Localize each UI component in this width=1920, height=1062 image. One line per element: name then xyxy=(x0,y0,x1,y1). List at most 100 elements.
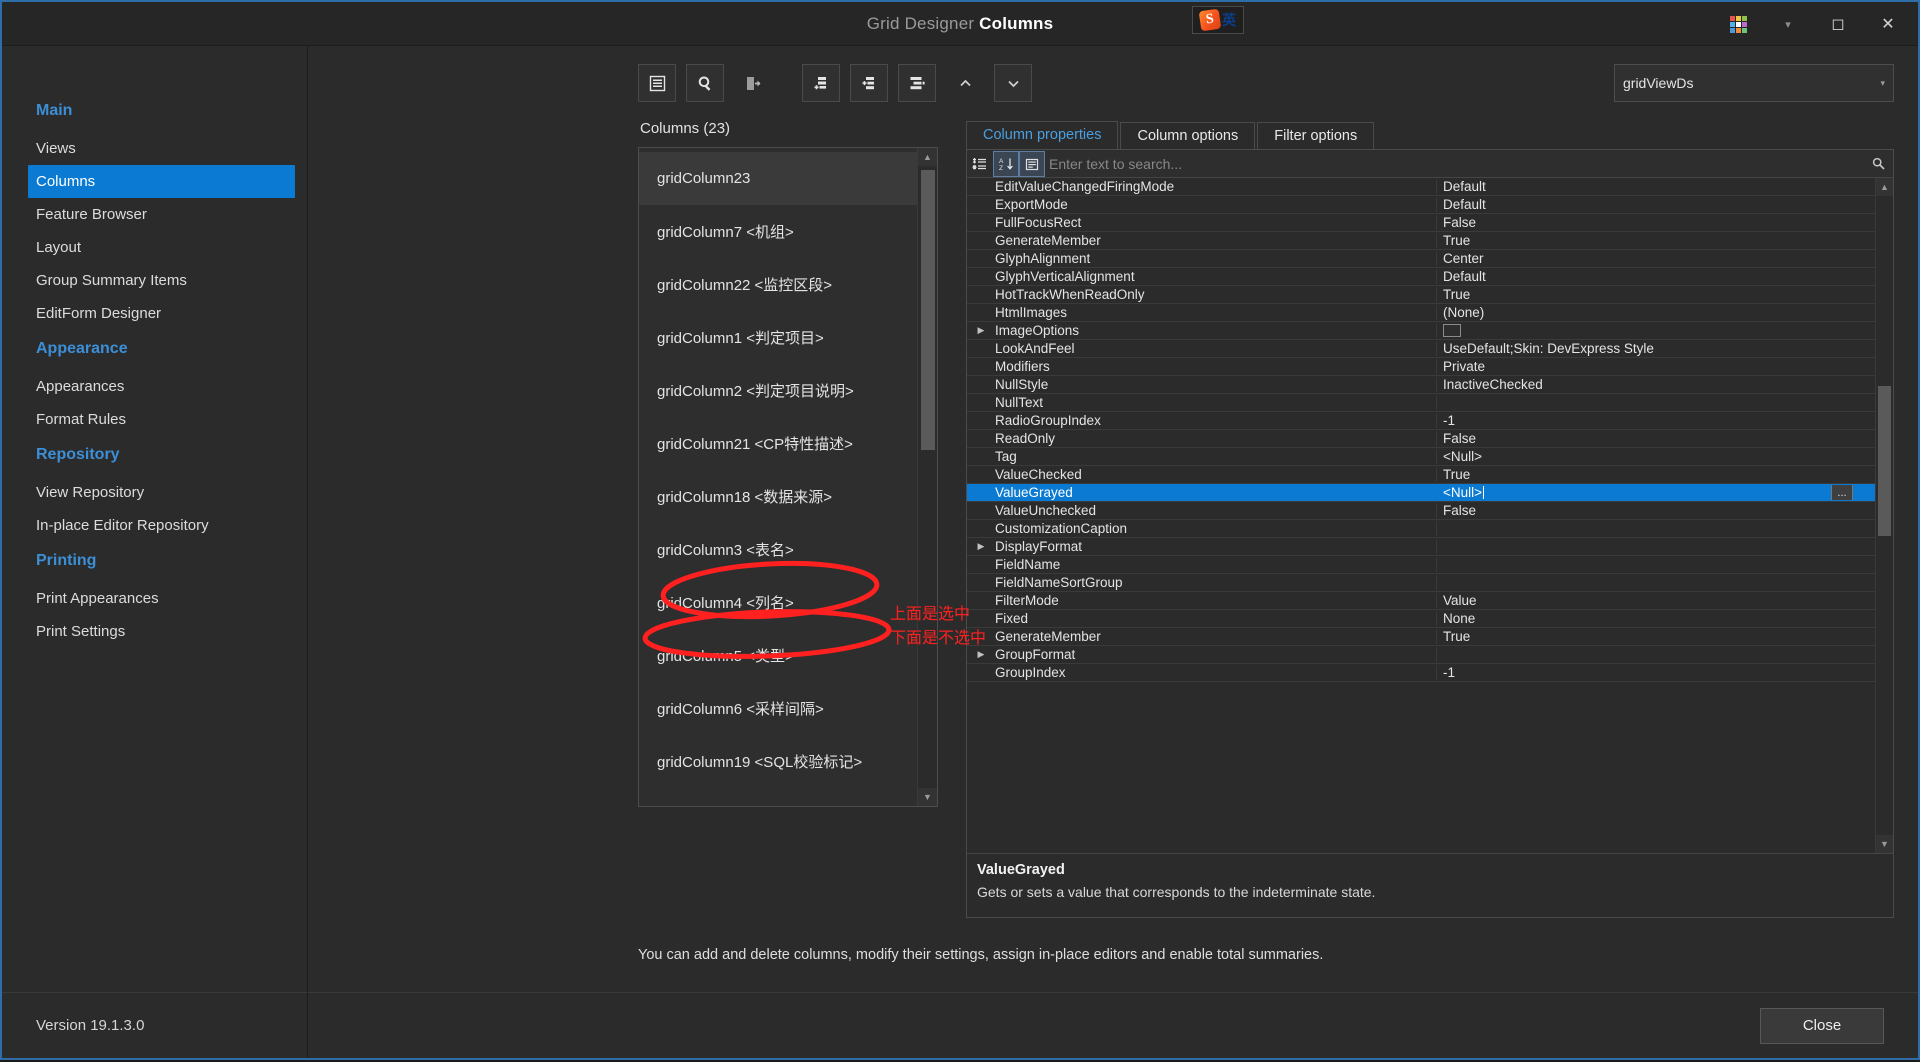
sidebar-item-format-rules[interactable]: Format Rules xyxy=(2,403,307,436)
property-value-cell[interactable]: (None) xyxy=(1437,305,1875,320)
move-down-button[interactable] xyxy=(994,64,1032,102)
property-value-cell[interactable]: True xyxy=(1437,467,1875,482)
scroll-track[interactable] xyxy=(918,166,937,788)
list-item[interactable]: gridColumn3 <表名> xyxy=(639,523,937,576)
value-editor-ellipsis-button[interactable]: ... xyxy=(1831,485,1853,500)
search-icon[interactable] xyxy=(1863,157,1893,170)
scroll-thumb[interactable] xyxy=(1878,386,1891,536)
property-pages-button[interactable] xyxy=(1019,150,1045,177)
sidebar-item-print-settings[interactable]: Print Settings xyxy=(2,615,307,648)
indent-button[interactable] xyxy=(898,64,936,102)
property-row[interactable]: GroupIndex -1 xyxy=(967,664,1875,682)
property-value-cell[interactable]: UseDefault;Skin: DevExpress Style xyxy=(1437,341,1875,356)
property-value-cell[interactable]: Default xyxy=(1437,269,1875,284)
insert-button[interactable] xyxy=(850,64,888,102)
list-item[interactable]: gridColumn7 <机组> xyxy=(639,205,937,258)
tab-column-properties[interactable]: Column properties xyxy=(966,121,1119,150)
property-row[interactable]: FilterMode Value xyxy=(967,592,1875,610)
sidebar-item-views[interactable]: Views xyxy=(2,132,307,165)
columns-listbox[interactable]: gridColumn23 gridColumn7 <机组> gridColumn… xyxy=(638,147,938,807)
chevron-down-icon[interactable]: ▾ xyxy=(1766,4,1810,44)
scroll-thumb[interactable] xyxy=(921,170,935,450)
add-band-button[interactable] xyxy=(802,64,840,102)
property-row[interactable]: ValueGrayed <Null>... xyxy=(967,484,1875,502)
list-item[interactable]: gridColumn18 <数据来源> xyxy=(639,470,937,523)
property-row[interactable]: ▶ DisplayFormat xyxy=(967,538,1875,556)
property-row[interactable]: NullStyle InactiveChecked xyxy=(967,376,1875,394)
property-row[interactable]: Fixed None xyxy=(967,610,1875,628)
property-row[interactable]: FullFocusRect False xyxy=(967,214,1875,232)
sidebar-item-print-appearances[interactable]: Print Appearances xyxy=(2,582,307,615)
property-row[interactable]: ReadOnly False xyxy=(967,430,1875,448)
property-row[interactable]: HotTrackWhenReadOnly True xyxy=(967,286,1875,304)
list-item[interactable]: gridColumn23 xyxy=(639,152,937,205)
list-item[interactable]: gridColumn1 <判定项目> xyxy=(639,311,937,364)
delete-column-button[interactable] xyxy=(734,64,772,102)
sidebar-item-appearances[interactable]: Appearances xyxy=(2,370,307,403)
property-row[interactable]: NullText xyxy=(967,394,1875,412)
sidebar-item-layout[interactable]: Layout xyxy=(2,231,307,264)
property-row[interactable]: HtmlImages (None) xyxy=(967,304,1875,322)
property-value-cell[interactable]: <Null> xyxy=(1437,449,1875,464)
tab-column-options[interactable]: Column options xyxy=(1120,122,1256,150)
property-row[interactable]: GlyphVerticalAlignment Default xyxy=(967,268,1875,286)
scroll-track[interactable] xyxy=(1876,196,1893,835)
columns-scrollbar[interactable]: ▲ ▼ xyxy=(917,148,937,806)
property-value-cell[interactable]: InactiveChecked xyxy=(1437,377,1875,392)
property-row[interactable]: FieldNameSortGroup xyxy=(967,574,1875,592)
property-row[interactable]: ▶ GroupFormat xyxy=(967,646,1875,664)
property-value-cell[interactable]: Center xyxy=(1437,251,1875,266)
property-value-cell[interactable]: Default xyxy=(1437,179,1875,194)
property-value-cell[interactable]: Value xyxy=(1437,593,1875,608)
property-row[interactable]: LookAndFeel UseDefault;Skin: DevExpress S… xyxy=(967,340,1875,358)
property-value-cell[interactable]: True xyxy=(1437,629,1875,644)
list-item[interactable]: gridColumn22 <监控区段> xyxy=(639,258,937,311)
sidebar-item-editform-designer[interactable]: EditForm Designer xyxy=(2,297,307,330)
sidebar-item-view-repository[interactable]: View Repository xyxy=(2,476,307,509)
property-value-cell[interactable]: Private xyxy=(1437,359,1875,374)
property-row[interactable]: Tag <Null> xyxy=(967,448,1875,466)
scroll-up-icon[interactable]: ▲ xyxy=(918,148,937,166)
retrieve-fields-button[interactable] xyxy=(686,64,724,102)
ime-indicator[interactable]: S 英 xyxy=(1192,6,1244,34)
image-swatch[interactable] xyxy=(1443,324,1461,337)
property-value-cell[interactable]: False xyxy=(1437,503,1875,518)
search-input[interactable] xyxy=(1049,150,1863,177)
property-row[interactable]: GenerateMember True xyxy=(967,628,1875,646)
categorized-button[interactable] xyxy=(967,151,993,177)
property-value-cell[interactable]: <Null>... xyxy=(1437,485,1875,500)
property-row[interactable]: GenerateMember True xyxy=(967,232,1875,250)
datasource-combobox[interactable]: gridViewDs ▾ xyxy=(1614,64,1894,102)
property-value-cell[interactable]: True xyxy=(1437,233,1875,248)
property-value-cell[interactable]: -1 xyxy=(1437,413,1875,428)
property-value-cell[interactable]: None xyxy=(1437,611,1875,626)
sidebar-item-feature-browser[interactable]: Feature Browser xyxy=(2,198,307,231)
property-value-cell[interactable]: True xyxy=(1437,287,1875,302)
sidebar-item-group-summary-items[interactable]: Group Summary Items xyxy=(2,264,307,297)
property-value-cell[interactable]: -1 xyxy=(1437,665,1875,680)
property-value-cell[interactable]: Default xyxy=(1437,197,1875,212)
move-up-button[interactable] xyxy=(946,64,984,102)
expand-triangle-icon[interactable]: ▶ xyxy=(973,541,989,552)
expand-triangle-icon[interactable]: ▶ xyxy=(973,649,989,660)
property-value-cell[interactable] xyxy=(1437,324,1875,337)
property-row[interactable]: Modifiers Private xyxy=(967,358,1875,376)
property-value-cell[interactable]: False xyxy=(1437,431,1875,446)
maximize-button[interactable]: ◻ xyxy=(1816,4,1860,44)
scroll-down-icon[interactable]: ▼ xyxy=(1876,835,1893,853)
close-button[interactable]: Close xyxy=(1760,1007,1884,1044)
property-row[interactable]: GlyphAlignment Center xyxy=(967,250,1875,268)
list-item[interactable]: gridColumn19 <SQL校验标记> xyxy=(639,735,937,788)
list-item[interactable]: gridColumn6 <采样间隔> xyxy=(639,682,937,735)
property-row[interactable]: FieldName xyxy=(967,556,1875,574)
scroll-up-icon[interactable]: ▲ xyxy=(1876,178,1893,196)
scroll-down-icon[interactable]: ▼ xyxy=(918,788,937,806)
color-palette-icon[interactable] xyxy=(1716,4,1760,44)
property-row[interactable]: ValueChecked True xyxy=(967,466,1875,484)
close-window-button[interactable]: ✕ xyxy=(1866,4,1910,44)
list-item[interactable]: gridColumn21 <CP特性描述> xyxy=(639,417,937,470)
property-row[interactable]: ExportMode Default xyxy=(967,196,1875,214)
property-scrollbar[interactable]: ▲ ▼ xyxy=(1875,178,1893,853)
sidebar-item-inplace-editor-repository[interactable]: In-place Editor Repository xyxy=(2,509,307,542)
tab-filter-options[interactable]: Filter options xyxy=(1257,122,1375,150)
